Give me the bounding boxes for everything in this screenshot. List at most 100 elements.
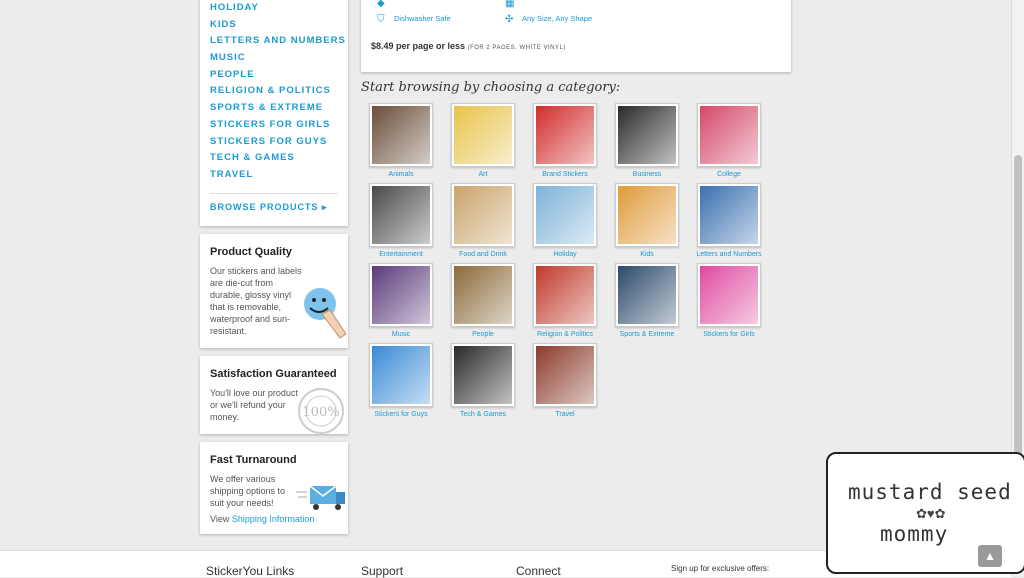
browse-heading: Start browsing by choosing a category:: [361, 80, 621, 95]
category-thumbnail[interactable]: [533, 103, 597, 167]
category-label[interactable]: Sports & Extreme: [607, 331, 687, 338]
price-note: (for 2 pages, white vinyl): [467, 45, 566, 51]
watermark-ornament: ✿♥✿: [916, 506, 946, 521]
category-tile[interactable]: Brand Stickers: [525, 103, 605, 178]
category-image: [372, 106, 430, 164]
category-tile[interactable]: Travel: [525, 343, 605, 418]
category-tile[interactable]: Stickers for Guys: [361, 343, 441, 418]
category-thumbnail[interactable]: [697, 183, 761, 247]
delivery-truck-icon: [296, 482, 348, 517]
category-label[interactable]: Stickers for Girls: [689, 331, 769, 338]
sidebar-category-link[interactable]: STICKERS FOR GUYS: [210, 134, 348, 151]
sidebar-category-link[interactable]: TECH & GAMES: [210, 150, 348, 167]
sidebar-category-link[interactable]: HOLIDAY: [210, 0, 348, 17]
watermark-line1: mustard seed: [848, 480, 1012, 504]
category-image: [372, 266, 430, 324]
sidebar-category-link[interactable]: STICKERS FOR GIRLS: [210, 117, 348, 134]
category-label[interactable]: Letters and Numbers: [689, 251, 769, 258]
category-tile[interactable]: Food and Drink: [443, 183, 523, 258]
sidebar-category-link[interactable]: TRAVEL: [210, 167, 348, 184]
category-label[interactable]: Brand Stickers: [525, 171, 605, 178]
watermark-line2: mommy: [880, 522, 949, 546]
category-thumbnail[interactable]: [451, 343, 515, 407]
category-label[interactable]: People: [443, 331, 523, 338]
category-label[interactable]: Travel: [525, 411, 605, 418]
sidebar-category-link[interactable]: SPORTS & EXTREME: [210, 100, 348, 117]
category-tile[interactable]: College: [689, 103, 769, 178]
category-thumbnail[interactable]: [615, 183, 679, 247]
category-image: [618, 186, 676, 244]
category-label[interactable]: Business: [607, 171, 687, 178]
feature-top-right: ▦: [505, 0, 522, 9]
sidebar-category-link[interactable]: PEOPLE: [210, 67, 348, 84]
category-thumbnail[interactable]: [697, 263, 761, 327]
product-quality-title: Product Quality: [210, 246, 292, 258]
category-label[interactable]: Holiday: [525, 251, 605, 258]
category-tile[interactable]: Animals: [361, 103, 441, 178]
category-tile[interactable]: Tech & Games: [443, 343, 523, 418]
sidebar-category-link[interactable]: KIDS: [210, 17, 348, 34]
product-quality-text: Our stickers and labels are die-cut from…: [210, 266, 302, 336]
category-tile[interactable]: Entertainment: [361, 183, 441, 258]
any-shape-icon: ✣: [505, 14, 514, 26]
category-thumbnail[interactable]: [533, 263, 597, 327]
category-label[interactable]: Stickers for Guys: [361, 411, 441, 418]
category-tile[interactable]: Religion & Politics: [525, 263, 605, 338]
category-tile[interactable]: Kids: [607, 183, 687, 258]
browse-products-link[interactable]: BROWSE PRODUCTS ▸: [210, 202, 328, 213]
smiley-hand-icon: [300, 286, 348, 347]
category-thumbnail[interactable]: [615, 263, 679, 327]
sidebar-category-link[interactable]: RELIGION & POLITICS: [210, 83, 348, 100]
sidebar-category-link[interactable]: LETTERS AND NUMBERS: [210, 33, 348, 50]
product-quality-card: Product Quality Our stickers and labels …: [200, 234, 348, 348]
feature-top-left: ◆: [377, 0, 394, 10]
category-tile[interactable]: People: [443, 263, 523, 338]
category-thumbnail[interactable]: [369, 103, 433, 167]
category-label[interactable]: Entertainment: [361, 251, 441, 258]
category-thumbnail[interactable]: [369, 263, 433, 327]
category-image: [618, 106, 676, 164]
anysize-label: Any Size, Any Shape: [522, 14, 593, 23]
category-label[interactable]: Music: [361, 331, 441, 338]
guarantee-seal-icon: 100%: [296, 386, 346, 441]
category-image: [536, 346, 594, 404]
category-label[interactable]: College: [689, 171, 769, 178]
category-image: [454, 186, 512, 244]
waterproof-icon: ◆: [377, 0, 385, 10]
category-thumbnail[interactable]: [697, 103, 761, 167]
category-label[interactable]: Food and Drink: [443, 251, 523, 258]
category-thumbnail[interactable]: [369, 183, 433, 247]
category-thumbnail[interactable]: [533, 183, 597, 247]
category-tile[interactable]: Business: [607, 103, 687, 178]
category-image: [618, 266, 676, 324]
category-image: [536, 186, 594, 244]
category-tile[interactable]: Sports & Extreme: [607, 263, 687, 338]
category-label[interactable]: Tech & Games: [443, 411, 523, 418]
category-image: [700, 186, 758, 244]
category-tile[interactable]: Stickers for Girls: [689, 263, 769, 338]
category-tile[interactable]: Letters and Numbers: [689, 183, 769, 258]
category-thumbnail[interactable]: [369, 343, 433, 407]
fast-turnaround-card: Fast Turnaround We offer various shippin…: [200, 442, 348, 534]
satisfaction-text: You'll love our product or we'll refund …: [210, 388, 298, 422]
category-label[interactable]: Animals: [361, 171, 441, 178]
category-list-card: HOLIDAY KIDS LETTERS AND NUMBERS MUSIC PEOPL…: [200, 0, 348, 226]
category-image: [536, 106, 594, 164]
category-thumbnail[interactable]: [451, 183, 515, 247]
category-thumbnail[interactable]: [451, 263, 515, 327]
category-label[interactable]: Kids: [607, 251, 687, 258]
category-tile[interactable]: Art: [443, 103, 523, 178]
sidebar-category-link[interactable]: MUSIC: [210, 50, 348, 67]
back-to-top-button[interactable]: ▲: [978, 545, 1002, 567]
category-image: [700, 266, 758, 324]
category-tile[interactable]: Music: [361, 263, 441, 338]
category-tile[interactable]: Holiday: [525, 183, 605, 258]
category-thumbnail[interactable]: [451, 103, 515, 167]
dishwasher-icon: ⛉: [377, 14, 385, 26]
category-thumbnail[interactable]: [533, 343, 597, 407]
category-thumbnail[interactable]: [615, 103, 679, 167]
category-label[interactable]: Art: [443, 171, 523, 178]
category-image: [454, 266, 512, 324]
category-label[interactable]: Religion & Politics: [525, 331, 605, 338]
feature-anysize: ✣ Any Size, Any Shape: [505, 14, 593, 26]
